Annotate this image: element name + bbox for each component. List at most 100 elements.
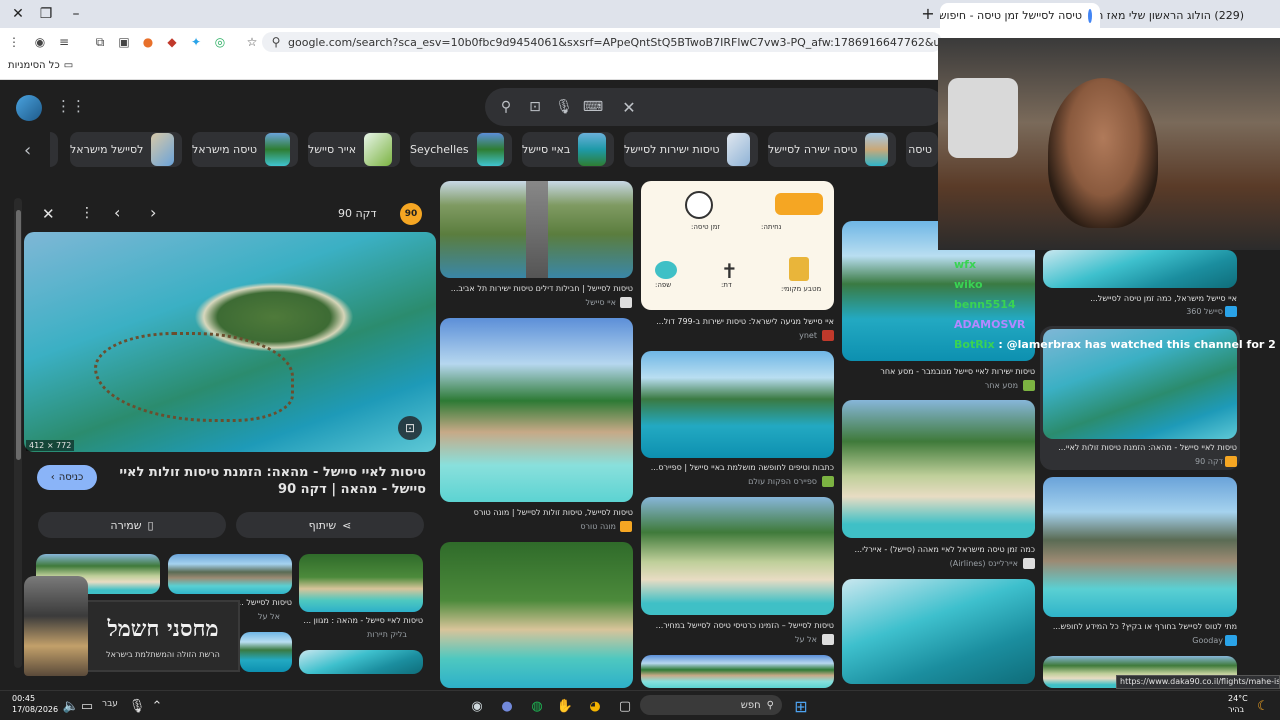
clear-search-icon[interactable]: ✕ — [618, 96, 640, 118]
close-preview-icon[interactable]: ✕ — [42, 205, 60, 223]
more-options-icon[interactable]: ⋮ — [80, 205, 94, 223]
task-view-icon[interactable]: ▢ — [614, 695, 636, 717]
related-image[interactable] — [240, 632, 292, 672]
grid-source[interactable]: איי סיישל — [440, 298, 616, 307]
grid-image[interactable] — [641, 497, 834, 615]
app-icon[interactable]: ✋ — [554, 695, 576, 717]
chip-flight-seychelles[interactable]: טיסה לסיישל — [906, 132, 938, 167]
chip-flight-from-israel[interactable]: טיסה מישראל — [192, 132, 298, 167]
grid-source[interactable]: מונה טורס — [440, 522, 616, 531]
chip-seychelles-islands[interactable]: באיי סיישל — [522, 132, 614, 167]
menu-icon[interactable]: ⋮ — [4, 32, 24, 52]
tray-overflow-icon[interactable]: ⌃ — [146, 695, 168, 717]
chips-prev-button[interactable]: ‹ — [24, 140, 46, 161]
grid-source[interactable]: ספיירס הפקות עולם — [641, 477, 817, 486]
network-icon[interactable]: ▭ — [76, 695, 98, 717]
grid-source[interactable]: ynet — [641, 331, 817, 340]
grid-image[interactable] — [1043, 477, 1237, 617]
grid-caption[interactable]: איי סיישל מגיעה לישראל: טיסות ישירות ב-7… — [641, 317, 834, 326]
info-label: מטבע מקומי: — [781, 285, 822, 293]
extension-red-icon[interactable]: ◆ — [162, 32, 182, 52]
source-favicon-icon — [1023, 558, 1035, 569]
preview-site-name[interactable]: דקה 90 — [338, 207, 377, 220]
address-bar[interactable]: google.com/search?sca_esv=10b0fbc9d94540… — [262, 32, 942, 52]
grid-image[interactable] — [641, 351, 834, 458]
save-button[interactable]: שמירה ▯ — [38, 512, 226, 538]
minimize-window-button[interactable]: – — [58, 0, 94, 28]
chip-direct-flights[interactable]: טיסות ישירות לסיישל — [624, 132, 758, 167]
chip-label: לסיישל מישראל — [70, 143, 144, 156]
related-source[interactable]: בליק תיירות — [299, 630, 407, 639]
preview-title[interactable]: טיסות לאיי סיישל - מהאה: הזמנת טיסות זול… — [106, 464, 426, 498]
grid-caption[interactable]: כתבות וטיפים לחופשה מושלמת באיי סיישל | … — [641, 463, 834, 472]
start-windows-icon[interactable]: ⊞ — [790, 695, 812, 717]
related-caption[interactable]: טיסות לאיי סיישל - מהאה : מגוון ... — [299, 616, 423, 625]
related-image[interactable] — [299, 554, 423, 612]
grid-caption[interactable]: טיסות לסיישל – הזמינו כרטיסי טיסה לסיישל… — [641, 621, 834, 630]
playlist-icon[interactable]: ≡ — [54, 32, 74, 52]
extension-orange-icon[interactable]: ● — [138, 32, 158, 52]
chip-seychelles-from-israel[interactable]: לסיישל מישראל — [70, 132, 182, 167]
grid-image[interactable] — [440, 181, 633, 278]
microphone-tray-icon[interactable]: 🎙 — [126, 695, 148, 717]
extensions-icon[interactable]: ⧉ — [90, 32, 110, 52]
next-image-icon[interactable]: › — [150, 203, 164, 222]
preview-main-image[interactable] — [24, 232, 436, 452]
keyboard-icon[interactable]: ⌨ — [582, 96, 604, 118]
visit-button[interactable]: ‹ כניסה — [37, 465, 97, 490]
grid-caption[interactable]: טיסות לסיישל | חבילות דילים טיסות ישירות… — [440, 284, 633, 293]
grid-image[interactable] — [641, 655, 834, 688]
grid-caption[interactable]: מתי לטוס לסיישל בחורף או בקיץ? כל המידע … — [1043, 622, 1237, 631]
profile-icon[interactable]: ◉ — [30, 32, 50, 52]
tab-youtube[interactable]: (229) הולוג הראשון שלי מאז ה ✕ — [1100, 3, 1258, 28]
taskbar-search[interactable]: חפש ⚲ — [640, 695, 782, 715]
grid-source[interactable]: מסע אחר — [842, 381, 1018, 390]
extension-blue-icon[interactable]: ✦ — [186, 32, 206, 52]
grid-source[interactable]: איירליינס (Airlines) — [842, 559, 1018, 568]
tab-google-search[interactable]: טיסה לסיישל זמן טיסה - חיפוש ✕ — [940, 3, 1100, 28]
search-icon[interactable]: ⚲ — [495, 96, 517, 118]
discord-icon[interactable]: ● — [496, 695, 518, 717]
grid-caption[interactable]: כמה זמן טיסה מישראל לאיי מאהה (סיישל) - … — [842, 545, 1035, 554]
related-image[interactable] — [299, 650, 423, 674]
lens-search-icon[interactable]: ⊡ — [398, 416, 422, 440]
grid-caption[interactable]: טיסות ישירות לאיי סיישל מנובמבר - מסע אח… — [842, 367, 1035, 376]
chip-air-seychelles[interactable]: אייר סיישל — [308, 132, 400, 167]
lens-icon[interactable]: ⊡ — [524, 96, 546, 118]
clock[interactable]: 00:45 17/08/2026 — [12, 693, 58, 715]
cast-icon[interactable]: ▣ — [114, 32, 134, 52]
previous-image-icon[interactable]: ‹ — [114, 203, 128, 222]
account-avatar[interactable] — [16, 95, 42, 121]
panel-scrollbar-thumb[interactable] — [16, 210, 21, 460]
infographic-image[interactable]: ✝ נחיתה: זמן טיסה: דת: שפה: מטבע מקומי: — [641, 181, 834, 310]
site-info-icon[interactable]: ⚲ — [266, 32, 286, 52]
grid-image[interactable] — [842, 579, 1035, 684]
microphone-icon[interactable]: 🎙 — [553, 96, 575, 118]
grid-image[interactable] — [842, 400, 1035, 538]
grid-source[interactable]: אל על — [641, 635, 817, 644]
grid-image[interactable] — [440, 318, 633, 502]
related-image[interactable] — [168, 554, 292, 594]
grid-source[interactable]: דקה 90 — [1043, 457, 1223, 466]
extension-green-icon[interactable]: ◎ — [210, 32, 230, 52]
runway-shape — [526, 181, 548, 278]
chrome-icon[interactable]: ◕ — [584, 695, 606, 717]
new-tab-button[interactable]: + — [918, 4, 938, 24]
chip-direct-flight[interactable]: טיסה ישירה לסיישל — [768, 132, 896, 167]
image-dimensions: 412 × 772 — [26, 440, 75, 451]
grid-source[interactable]: Gooday — [1043, 636, 1223, 645]
promo-banner: מחסני חשמל הרשת הזולה והמשתלמת בישראל — [84, 600, 240, 672]
share-button[interactable]: שיתוף ⋖ — [236, 512, 424, 538]
bookmark-star-icon[interactable]: ☆ — [242, 32, 262, 52]
apps-grid-icon[interactable]: ⋮⋮ — [56, 97, 86, 117]
steam-icon[interactable]: ◉ — [466, 695, 488, 717]
grid-caption[interactable]: טיסות לאיי סיישל - מהאה: הזמנת טיסות זול… — [1043, 443, 1237, 452]
spotify-icon[interactable]: ◍ — [526, 695, 548, 717]
grid-image[interactable] — [440, 542, 633, 688]
chip-seychelles[interactable]: Seychelles — [410, 132, 512, 167]
source-favicon-icon — [620, 297, 632, 308]
weather-widget[interactable]: 24°C בהיר — [1228, 693, 1248, 715]
language-indicator[interactable]: עבר — [102, 699, 118, 709]
all-bookmarks-button[interactable]: כל הסימניות ▭ — [8, 60, 73, 71]
grid-caption[interactable]: טיסות לסיישל, טיסות זולות לסיישל | מונה … — [440, 508, 633, 517]
